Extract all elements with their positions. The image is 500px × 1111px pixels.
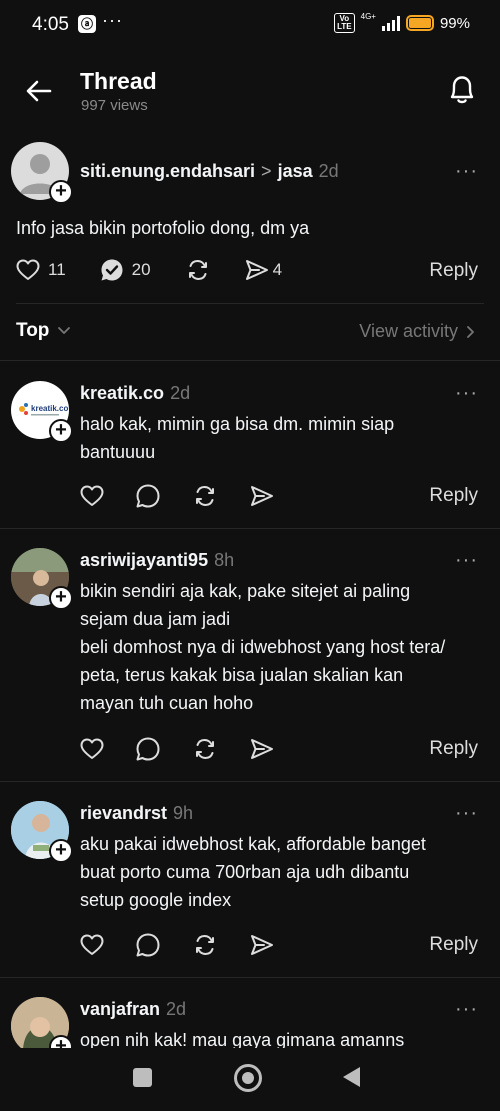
reply-username[interactable]: vanjafran <box>80 999 160 1020</box>
more-options-icon[interactable]: ··· <box>455 998 478 1021</box>
reply-meta: vanjafran 2d <box>80 999 186 1020</box>
back-triangle-icon[interactable] <box>343 1067 360 1087</box>
system-nav-bar <box>0 1048 500 1111</box>
home-circle-icon[interactable] <box>234 1064 262 1092</box>
reply-item: + vanjafran 2d ··· open nih kak! mau gay… <box>0 0 500 1048</box>
reply-time: 2d <box>166 999 187 1019</box>
avatar[interactable]: + <box>11 997 73 1048</box>
recents-square-icon[interactable] <box>133 1068 152 1087</box>
follow-plus-icon[interactable]: + <box>49 1035 73 1048</box>
reply-text: open nih kak! mau gaya gimana amanns <box>80 1030 405 1048</box>
